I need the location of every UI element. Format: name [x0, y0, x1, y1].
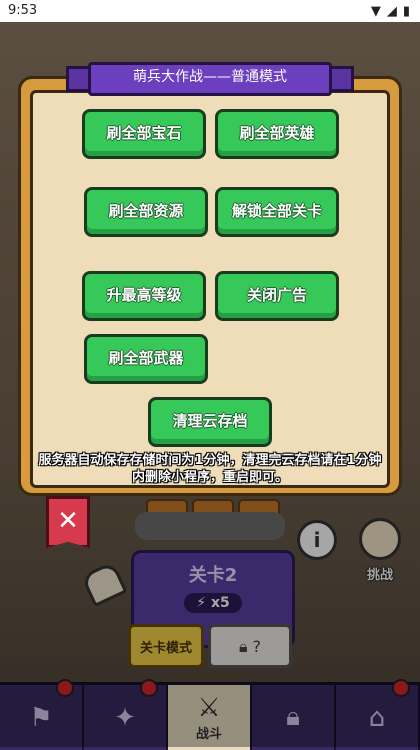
refresh-weapons-button[interactable]: 刷全部武器 — [84, 334, 208, 384]
refresh-heroes-button[interactable]: 刷全部英雄 — [215, 109, 339, 159]
dialog-title: 萌兵大作战——普通模式 — [133, 69, 287, 85]
system-icons: ▼ ◢ ▮ — [371, 4, 410, 19]
signal-icon: ◢ — [386, 4, 397, 19]
dialog-notice: 服务器自动保存存储时间为1分钟，清理完云存档请在1分钟内删除小程序，重启即可。 — [38, 453, 382, 485]
unlock-levels-button[interactable]: 解锁全部关卡 — [215, 187, 339, 237]
battery-icon: ▮ — [402, 4, 410, 19]
close-ads-button[interactable]: 关闭广告 — [215, 271, 339, 321]
clear-cloud-save-button[interactable]: 清理云存档 — [148, 397, 272, 447]
max-level-button[interactable]: 升最高等级 — [82, 271, 206, 321]
refresh-resources-button[interactable]: 刷全部资源 — [84, 187, 208, 237]
status-bar: 9:53 ▼ ◢ ▮ — [0, 0, 420, 22]
refresh-gems-button[interactable]: 刷全部宝石 — [82, 109, 206, 159]
wifi-icon: ▼ — [370, 4, 381, 19]
close-icon[interactable]: ✕ — [46, 496, 90, 548]
status-time: 9:53 — [8, 3, 38, 18]
